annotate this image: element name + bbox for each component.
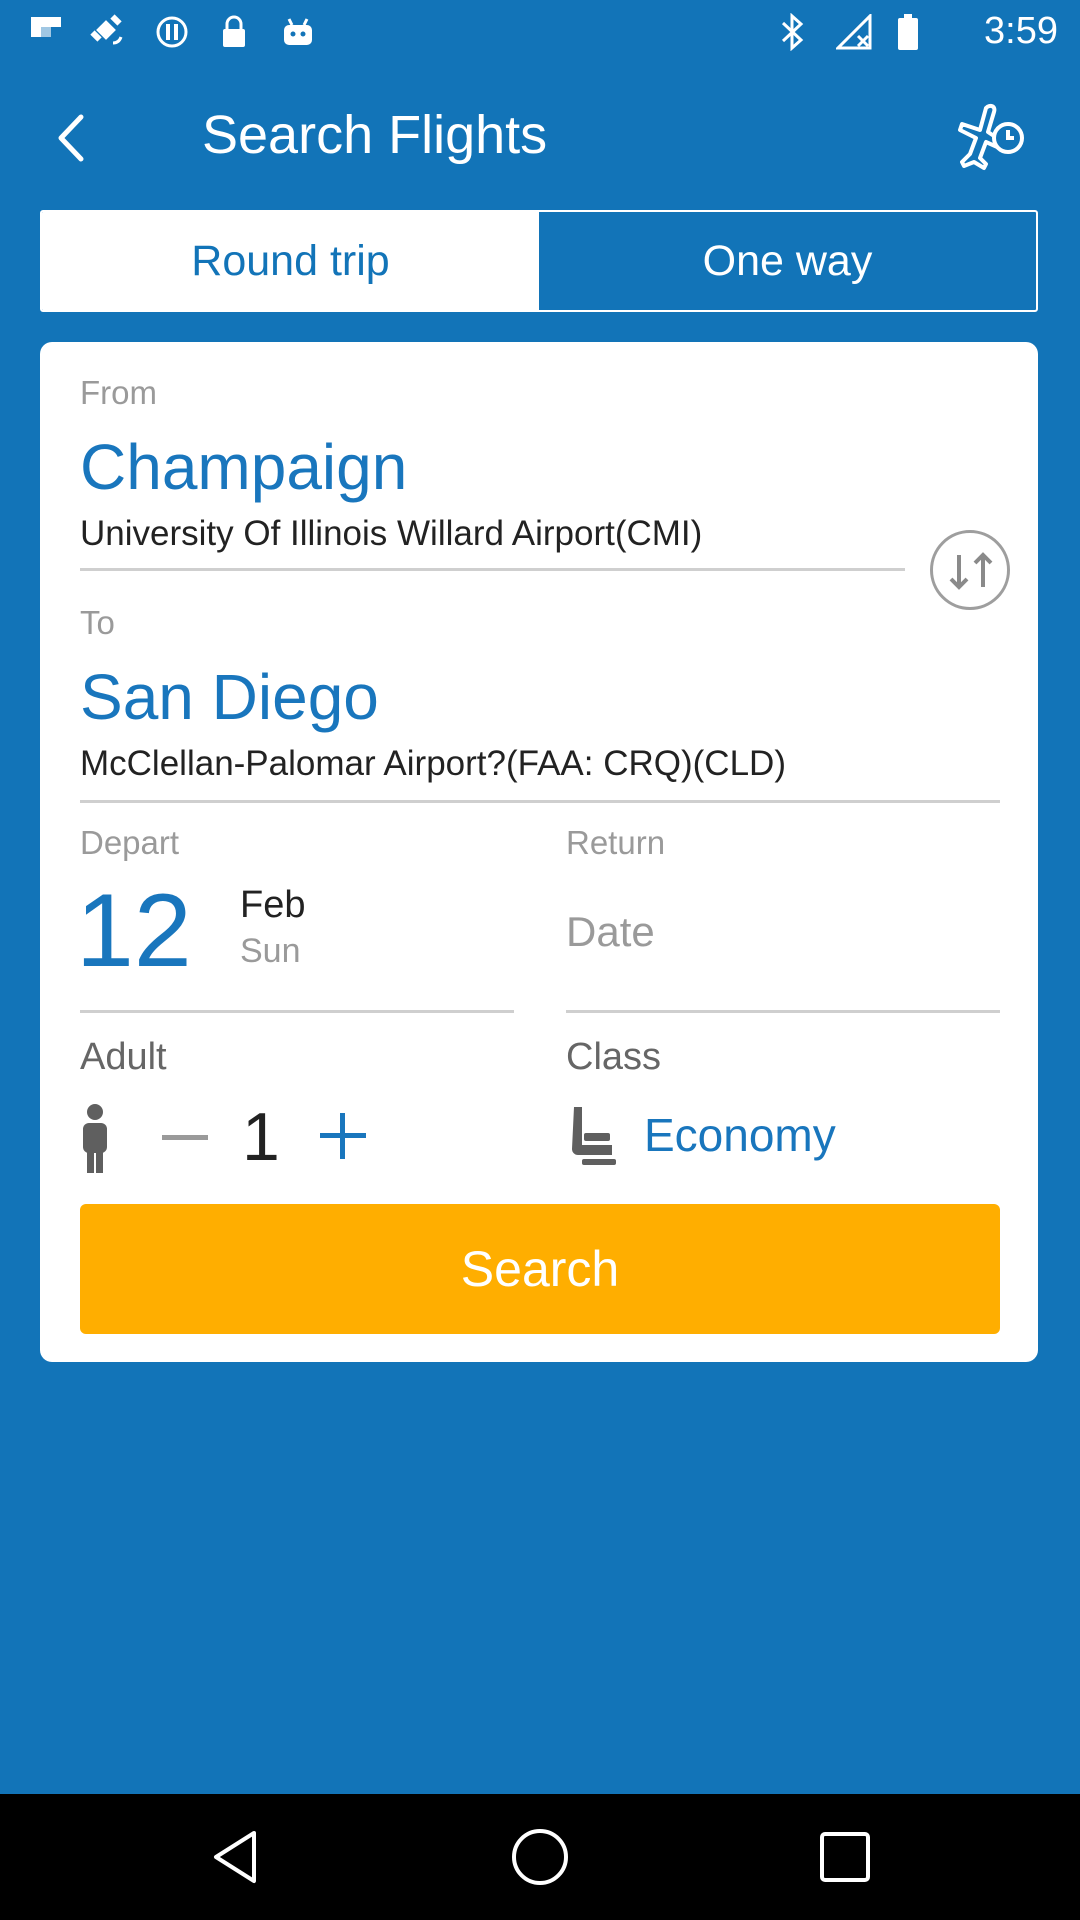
nav-home-icon <box>512 1829 568 1885</box>
nav-recents-button[interactable] <box>810 1822 880 1892</box>
back-button[interactable] <box>40 100 100 180</box>
to-airport: McClellan-Palomar Airport?(FAA: CRQ)(CLD… <box>80 744 786 783</box>
increase-adult-button[interactable] <box>308 1100 378 1172</box>
trip-type-tabs: Round trip One way <box>40 210 1038 312</box>
to-field[interactable]: San Diego McClellan-Palomar Airport?(FAA… <box>80 652 1000 802</box>
adult-count: 1 <box>242 1099 280 1175</box>
flight-status-button[interactable] <box>950 100 1030 180</box>
search-form-card: From Champaign University Of Illinois Wi… <box>40 342 1038 1362</box>
sync-icon <box>152 14 192 50</box>
page-title: Search Flights <box>202 105 548 165</box>
status-bar: 3:59 <box>0 0 1080 66</box>
status-time: 3:59 <box>984 10 1058 52</box>
bluetooth-icon <box>772 13 812 51</box>
swap-icon <box>941 541 1001 606</box>
nav-home-button[interactable] <box>505 1822 575 1892</box>
return-divider <box>566 1010 1000 1013</box>
depart-day: 12 <box>76 873 192 989</box>
depart-label: Depart <box>80 824 180 861</box>
to-label: To <box>80 604 115 641</box>
depart-date-field[interactable]: 12 Feb Sun <box>76 872 514 1012</box>
tab-round-trip[interactable]: Round trip <box>42 212 539 310</box>
from-divider <box>80 568 905 571</box>
adult-label: Adult <box>80 1036 167 1078</box>
plus-icon <box>320 1113 366 1159</box>
battery-icon <box>888 14 928 50</box>
minus-icon <box>162 1135 208 1140</box>
tab-one-way[interactable]: One way <box>539 212 1036 310</box>
depart-divider <box>80 1010 514 1013</box>
return-date-placeholder: Date <box>566 908 655 955</box>
android-icon <box>278 14 318 50</box>
class-selector[interactable]: Economy <box>566 1098 1000 1178</box>
depart-weekday: Sun <box>240 932 301 970</box>
navigation-bar <box>0 1794 1080 1920</box>
from-field[interactable]: Champaign University Of Illinois Willard… <box>80 422 905 572</box>
no-signal-icon <box>834 14 874 50</box>
from-city: Champaign <box>80 431 408 503</box>
return-label: Return <box>566 824 666 861</box>
seat-icon <box>566 1104 622 1170</box>
nav-back-button[interactable] <box>200 1822 270 1892</box>
to-city: San Diego <box>80 661 379 733</box>
return-date-field[interactable]: Date <box>566 872 1000 1012</box>
search-button[interactable]: Search <box>80 1204 1000 1334</box>
flipboard-icon <box>26 14 66 50</box>
class-value: Economy <box>644 1109 836 1161</box>
class-label: Class <box>566 1036 662 1078</box>
from-airport: University Of Illinois Willard Airport(C… <box>80 514 703 553</box>
decrease-adult-button[interactable] <box>150 1108 220 1168</box>
swap-button[interactable] <box>930 530 1010 610</box>
lock-icon <box>214 14 254 50</box>
fake-gps-icon <box>88 14 128 50</box>
from-label: From <box>80 374 157 411</box>
nav-recents-icon <box>820 1832 870 1882</box>
flight-status-icon <box>950 103 1030 184</box>
depart-month: Feb <box>240 884 306 926</box>
back-arrow-icon <box>55 113 85 168</box>
person-icon <box>70 1100 120 1176</box>
to-divider <box>80 800 1000 803</box>
nav-back-icon <box>214 1831 256 1883</box>
